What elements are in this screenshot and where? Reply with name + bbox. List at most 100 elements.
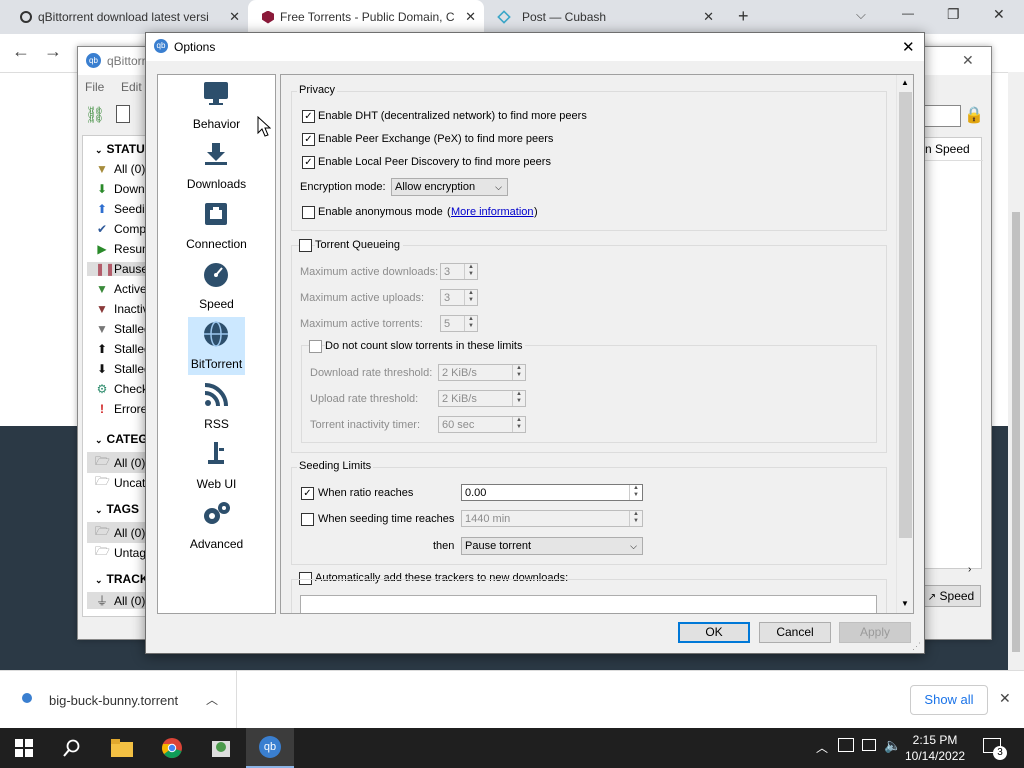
trackers-textarea[interactable] <box>300 595 877 613</box>
tab-search-icon[interactable]: ⌵ <box>856 7 866 23</box>
more-information-link[interactable]: More information <box>451 206 534 218</box>
spin-arrows-icon[interactable]: ▲ ▼ <box>512 417 525 432</box>
status-item[interactable]: ▼ Inactiv <box>95 302 149 316</box>
pex-checkbox[interactable]: ✓ <box>302 133 315 146</box>
nav-item-bittorrent[interactable]: BitTorrent <box>158 317 275 375</box>
hscroll-right-icon[interactable]: › <box>968 564 971 575</box>
tab-close-icon[interactable]: ✕ <box>465 9 476 25</box>
nav-item-webui[interactable]: Web UI <box>158 437 275 493</box>
max-torrents-spinbox[interactable]: 5 ▲ ▼ <box>440 315 478 332</box>
seeding-time-spinbox[interactable]: 1440 min ▲ ▼ <box>461 510 643 527</box>
ratio-limit-checkbox[interactable]: ✓ <box>301 487 314 500</box>
status-item[interactable]: ▼ All (0) <box>95 162 145 176</box>
download-shelf-close-icon[interactable]: ✕ <box>999 690 1011 707</box>
encryption-mode-select[interactable]: Allow encryption ⌵ <box>391 178 508 196</box>
network-status-icon[interactable] <box>862 739 876 751</box>
volume-icon[interactable]: 🔈 <box>884 737 901 754</box>
spin-arrows-icon[interactable]: ▲ ▼ <box>464 290 477 305</box>
category-item[interactable]: 🗁 All (0) <box>87 452 147 473</box>
window-close-icon[interactable]: ✕ <box>993 6 1005 23</box>
search-button[interactable] <box>48 728 96 768</box>
clock-time[interactable]: 2:15 PM <box>905 733 965 747</box>
lpd-checkbox[interactable]: ✓ <box>302 156 315 169</box>
browser-tab-qbittorrent[interactable]: qBittorrent download latest versi ✕ <box>8 0 248 34</box>
qbittorrent-taskbar-button[interactable]: qb <box>246 728 294 768</box>
add-torrent-link-icon[interactable]: ⛓ <box>85 105 105 125</box>
status-item[interactable]: ▼ Stalled <box>95 322 151 336</box>
torrent-queueing-checkbox[interactable] <box>299 239 312 252</box>
dl-threshold-spinbox[interactable]: 2 KiB/s ▲ ▼ <box>438 364 526 381</box>
cancel-button[interactable]: Cancel <box>759 622 831 643</box>
download-item[interactable]: big-buck-bunny.torrent ︿ <box>0 671 237 729</box>
status-item-selected[interactable]: ❚❚ Paused <box>87 262 155 276</box>
status-item[interactable]: ⬆ Seedin <box>95 202 151 216</box>
status-item[interactable]: ▼ Active <box>95 282 147 296</box>
page-scrollbar-thumb[interactable] <box>1012 212 1020 652</box>
lock-icon[interactable]: 🔒 <box>964 105 984 125</box>
spin-arrows-icon[interactable]: ▲ ▼ <box>512 391 525 406</box>
ul-threshold-spinbox[interactable]: 2 KiB/s ▲ ▼ <box>438 390 526 407</box>
seeding-time-checkbox[interactable] <box>301 513 314 526</box>
max-uploads-spinbox[interactable]: 3 ▲ ▼ <box>440 289 478 306</box>
dht-checkbox[interactable]: ✓ <box>302 110 315 123</box>
nav-item-connection[interactable]: Connection <box>158 197 275 253</box>
settings-scrollbar[interactable]: ▲ ▼ <box>896 75 913 613</box>
tray-chevron-up-icon[interactable]: ︿ <box>816 739 828 756</box>
status-item[interactable]: ▶ Resum <box>95 242 152 256</box>
chrome-button[interactable] <box>148 728 196 768</box>
spin-arrows-icon[interactable]: ▲ ▼ <box>464 316 477 331</box>
seeding-action-select[interactable]: Pause torrent ⌵ <box>461 537 643 555</box>
file-explorer-button[interactable] <box>98 728 146 768</box>
add-torrent-file-icon[interactable] <box>116 105 130 123</box>
new-tab-button[interactable]: + <box>738 6 749 27</box>
settings-scrollbar-thumb[interactable] <box>899 92 912 538</box>
spin-arrows-icon[interactable]: ▲ ▼ <box>464 264 477 279</box>
forward-arrow-icon[interactable]: → <box>44 41 62 62</box>
qbt-close-icon[interactable]: ✕ <box>962 52 974 69</box>
back-arrow-icon[interactable]: ← <box>12 41 30 62</box>
spin-arrows-icon[interactable]: ▲ ▼ <box>629 511 642 526</box>
start-button[interactable] <box>0 728 48 768</box>
tab-close-icon[interactable]: ✕ <box>703 9 714 25</box>
resize-grip-icon[interactable]: ⋰ <box>912 641 921 652</box>
nav-item-speed[interactable]: Speed <box>158 257 275 313</box>
scroll-up-icon[interactable]: ▲ <box>901 78 909 87</box>
nav-item-downloads[interactable]: Downloads <box>158 137 275 193</box>
restore-icon[interactable]: ❐ <box>947 6 960 23</box>
inactivity-timer-spinbox[interactable]: 60 sec ▲ ▼ <box>438 416 526 433</box>
browser-tab-cubash[interactable]: Post — Cubash ✕ <box>486 0 722 34</box>
nav-item-rss[interactable]: RSS <box>158 377 275 433</box>
status-item[interactable]: ⬆ Stalled <box>95 342 151 356</box>
max-downloads-spinbox[interactable]: 3 ▲ ▼ <box>440 263 478 280</box>
speed-tab-button[interactable]: ↗ Speed <box>921 585 981 607</box>
column-header-speed[interactable]: n Speed <box>923 138 983 161</box>
ok-button[interactable]: OK <box>678 622 750 643</box>
tray-app-icon[interactable] <box>838 738 854 752</box>
apply-button[interactable]: Apply <box>839 622 911 643</box>
browser-tab-free-torrents[interactable]: Free Torrents - Public Domain, C ✕ <box>248 0 484 34</box>
nav-item-advanced[interactable]: Advanced <box>158 497 275 553</box>
page-scrollbar[interactable] <box>1008 72 1024 670</box>
anonymous-mode-checkbox[interactable] <box>302 206 315 219</box>
menu-edit[interactable]: Edit <box>121 80 142 94</box>
tag-item[interactable]: 🗁 All (0) <box>87 522 147 543</box>
slow-torrents-checkbox[interactable] <box>309 340 322 353</box>
spin-arrows-icon[interactable]: ▲ ▼ <box>512 365 525 380</box>
tab-close-icon[interactable]: ✕ <box>229 9 240 25</box>
installer-button[interactable] <box>197 728 245 768</box>
category-item[interactable]: 🗁 Uncate <box>95 472 152 493</box>
show-all-button[interactable]: Show all <box>910 685 988 715</box>
tracker-item[interactable]: ⏚ All (0) <box>87 592 147 609</box>
clock-date[interactable]: 10/14/2022 <box>905 749 965 763</box>
status-item[interactable]: ⚙ Checki <box>95 382 151 396</box>
status-item[interactable]: ✔ Compl <box>95 222 149 236</box>
status-item[interactable]: ⬇ Stalled <box>95 362 151 376</box>
search-filter-input[interactable] <box>924 105 961 127</box>
chevron-up-icon[interactable]: ︿ <box>206 691 218 708</box>
menu-file[interactable]: File <box>85 80 104 94</box>
tag-item[interactable]: 🗁 Untag <box>95 542 146 563</box>
ratio-limit-spinbox[interactable]: 0.00 ▲ ▼ <box>461 484 643 501</box>
options-close-button[interactable]: ✕ <box>902 38 915 56</box>
spin-arrows-icon[interactable]: ▲ ▼ <box>629 485 642 500</box>
minimize-icon[interactable]: — <box>902 6 914 20</box>
